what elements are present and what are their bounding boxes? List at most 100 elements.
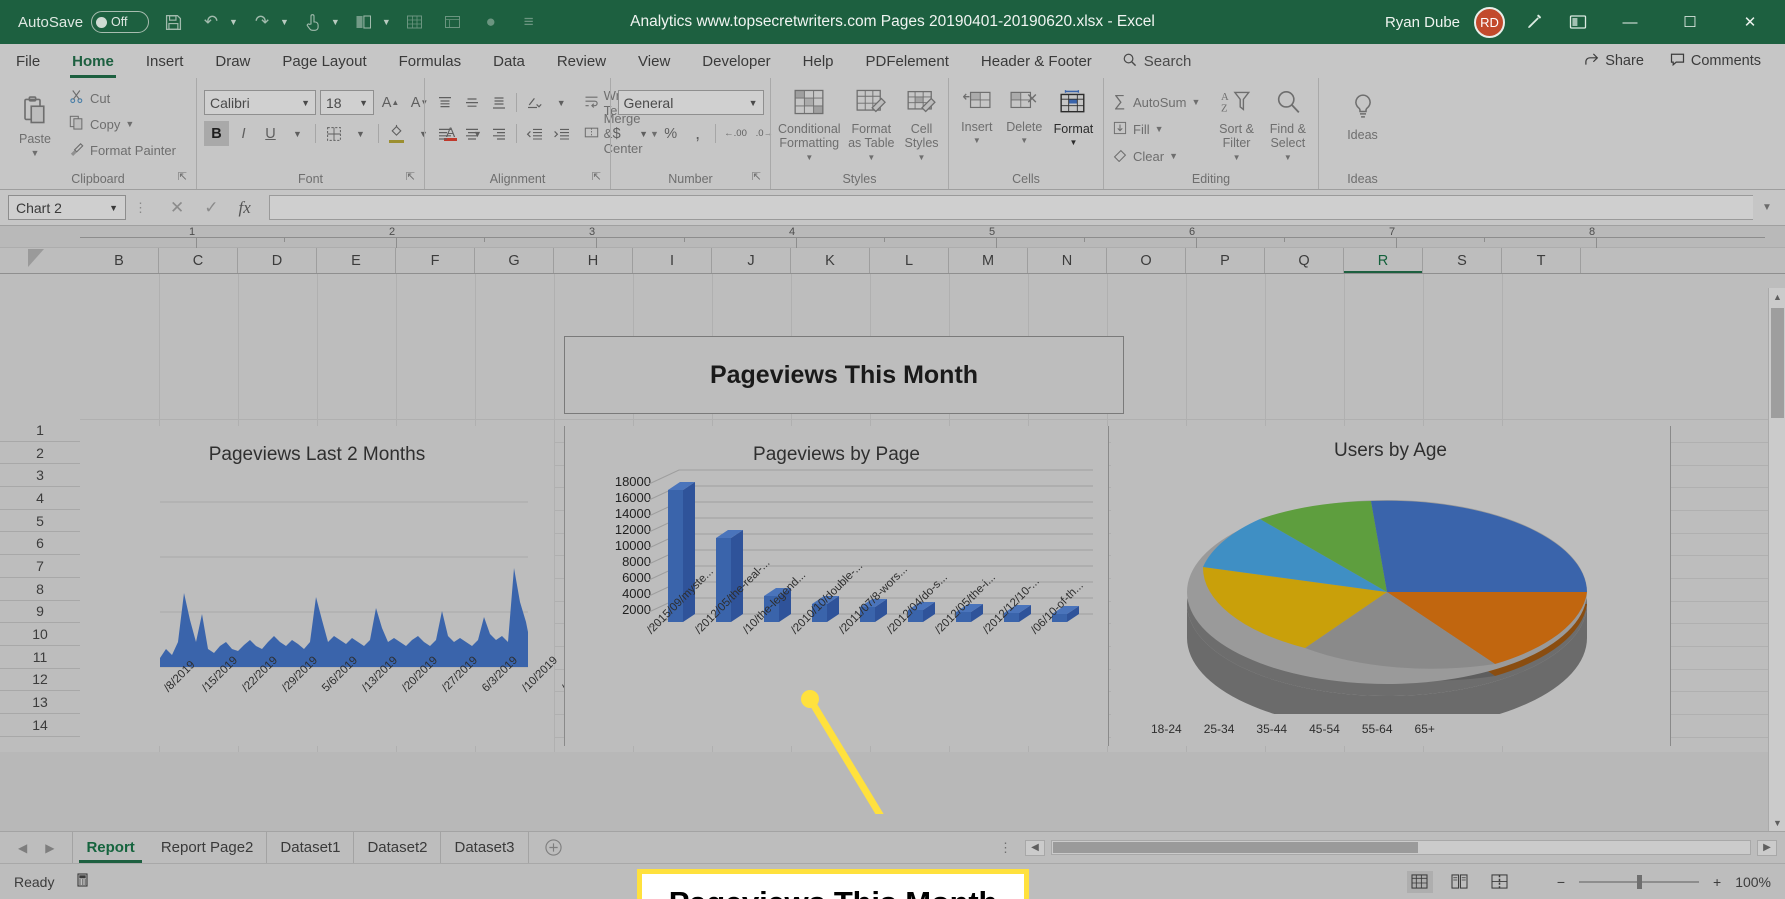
close-button[interactable]: ✕: [1727, 0, 1773, 44]
avatar[interactable]: RD: [1474, 6, 1505, 38]
autosave-control[interactable]: AutoSave Off: [18, 11, 150, 33]
horizontal-scrollbar[interactable]: [1051, 840, 1751, 855]
page-break-preview-icon[interactable]: [1487, 871, 1513, 893]
ribbon-right-actions: Share Comments: [1574, 44, 1785, 78]
spreadsheet-window-icon[interactable]: [439, 8, 467, 36]
sort-caret-icon[interactable]: ▼: [382, 17, 391, 27]
zoom-level[interactable]: 100%: [1735, 874, 1771, 890]
normal-view-icon[interactable]: [1406, 870, 1433, 893]
align-middle-button[interactable]: [459, 90, 484, 115]
customize-quick-access-icon[interactable]: ≡: [515, 8, 543, 36]
minimize-button[interactable]: —: [1607, 0, 1653, 44]
tab-page-layout[interactable]: Page Layout: [266, 44, 382, 78]
scroll-down-arrow-icon[interactable]: ▼: [1769, 814, 1785, 831]
align-bottom-button[interactable]: [486, 90, 511, 115]
font-name-value: Calibri: [210, 94, 250, 111]
zoom-in-button[interactable]: +: [1713, 874, 1721, 890]
callout-leader-line: [801, 690, 884, 814]
grow-font-glyph: A: [381, 94, 392, 111]
touch-caret-icon[interactable]: ▼: [331, 17, 340, 27]
tab-developer[interactable]: Developer: [686, 44, 786, 78]
autosum-label: AutoSum: [1133, 94, 1187, 110]
sheet-nav-prev-icon[interactable]: ◀: [18, 841, 27, 855]
align-divider-1: [516, 93, 517, 112]
horizontal-scroll-thumb[interactable]: [1053, 842, 1418, 853]
comment-icon: [1670, 52, 1685, 71]
page-layout-icon[interactable]: [1447, 871, 1473, 893]
svg-text:A: A: [1221, 92, 1229, 103]
hscroll-left-arrow-icon[interactable]: ◀: [1025, 839, 1045, 856]
undo-icon[interactable]: ↶: [197, 8, 225, 36]
tab-pdfelement[interactable]: PDFelement: [850, 44, 965, 78]
wrap-text-icon: [584, 94, 599, 112]
search-placeholder: Search: [1143, 52, 1192, 70]
autosave-toggle[interactable]: Off: [91, 11, 150, 33]
tab-draw[interactable]: Draw: [199, 44, 266, 78]
title-bar: AutoSave Off ↶ ▼ ↷ ▼ ▼ ▼ ● ≡ Analytics w…: [0, 0, 1785, 44]
tab-home[interactable]: Home: [56, 44, 130, 78]
share-button[interactable]: Share: [1574, 49, 1654, 74]
present-window-icon[interactable]: [1563, 7, 1593, 37]
tab-insert[interactable]: Insert: [130, 44, 200, 78]
comments-label: Comments: [1690, 53, 1761, 69]
touch-mode-icon[interactable]: [299, 8, 327, 36]
grid-table-icon[interactable]: [401, 8, 429, 36]
save-icon[interactable]: [159, 8, 187, 36]
font-size-input[interactable]: 18 ▼: [320, 90, 374, 115]
comments-button[interactable]: Comments: [1660, 49, 1771, 74]
tab-split-handle[interactable]: ⋮: [993, 840, 1019, 856]
number-format-select[interactable]: General ▼: [617, 90, 764, 115]
scissors-icon: [68, 89, 85, 107]
search-input[interactable]: Search: [1108, 44, 1206, 78]
tab-view[interactable]: View: [622, 44, 686, 78]
pen-icon[interactable]: [1519, 7, 1549, 37]
align-top-button[interactable]: [432, 90, 457, 115]
autosum-caret-icon[interactable]: ▼: [1191, 97, 1200, 107]
sheet-nav-next-icon[interactable]: ▶: [45, 841, 54, 855]
font-name-caret-icon[interactable]: ▼: [301, 98, 310, 108]
redo-caret-icon[interactable]: ▼: [280, 17, 289, 27]
cut-button[interactable]: Cut: [68, 86, 176, 110]
sheet-tab-report[interactable]: Report: [72, 832, 148, 863]
tab-help[interactable]: Help: [787, 44, 850, 78]
sheet-tab-report-page2[interactable]: Report Page2: [148, 832, 268, 863]
orientation-caret-icon[interactable]: ▼: [549, 90, 574, 115]
sheet-tab-dataset3[interactable]: Dataset3: [441, 832, 529, 863]
add-sheet-button[interactable]: [529, 832, 578, 863]
orientation-button[interactable]: [522, 90, 547, 115]
zoom-slider-handle[interactable]: [1637, 874, 1642, 889]
status-bar-right: − + 100%: [1406, 870, 1771, 893]
share-label: Share: [1605, 53, 1644, 69]
tab-header-footer[interactable]: Header & Footer: [965, 44, 1108, 78]
status-bar-left: Ready: [14, 871, 94, 892]
number-format-caret-icon[interactable]: ▼: [749, 98, 758, 108]
quick-access-toolbar: AutoSave Off ↶ ▼ ↷ ▼ ▼ ▼ ● ≡: [0, 8, 543, 36]
maximize-button[interactable]: ☐: [1667, 0, 1713, 44]
hscroll-right-arrow-icon[interactable]: ▶: [1757, 839, 1777, 856]
callout-box[interactable]: Pageviews This Month: [637, 869, 1029, 899]
sort-table-icon[interactable]: [350, 8, 378, 36]
autosave-label: AutoSave: [18, 13, 84, 31]
accessibility-icon[interactable]: [76, 871, 94, 892]
tab-file[interactable]: File: [0, 44, 56, 78]
sheet-tab-dataset2[interactable]: Dataset2: [354, 832, 442, 863]
undo-caret-icon[interactable]: ▼: [229, 17, 238, 27]
zoom-out-button[interactable]: −: [1557, 874, 1565, 890]
user-name[interactable]: Ryan Dube: [1385, 14, 1460, 31]
tab-formulas[interactable]: Formulas: [383, 44, 478, 78]
shrink-font-glyph: A: [410, 94, 421, 111]
redo-icon[interactable]: ↷: [248, 8, 276, 36]
tab-data[interactable]: Data: [477, 44, 541, 78]
record-macro-icon[interactable]: ●: [477, 8, 505, 36]
font-name-input[interactable]: Calibri ▼: [204, 90, 316, 115]
font-size-caret-icon[interactable]: ▼: [359, 98, 368, 108]
tab-review[interactable]: Review: [541, 44, 622, 78]
number-format-value: General: [623, 94, 674, 111]
zoom-slider[interactable]: [1579, 874, 1699, 889]
cut-label: Cut: [90, 90, 111, 106]
autosum-button[interactable]: ∑ AutoSum ▼: [1111, 90, 1201, 114]
worksheet-area: 1 2 3 4 5 6 7 8 9 10 11 12 13 14 Pagevie…: [0, 274, 1785, 899]
search-icon: [1122, 52, 1137, 71]
increase-font-size-button[interactable]: A ▲: [378, 90, 403, 115]
sheet-tab-dataset1[interactable]: Dataset1: [267, 832, 355, 863]
